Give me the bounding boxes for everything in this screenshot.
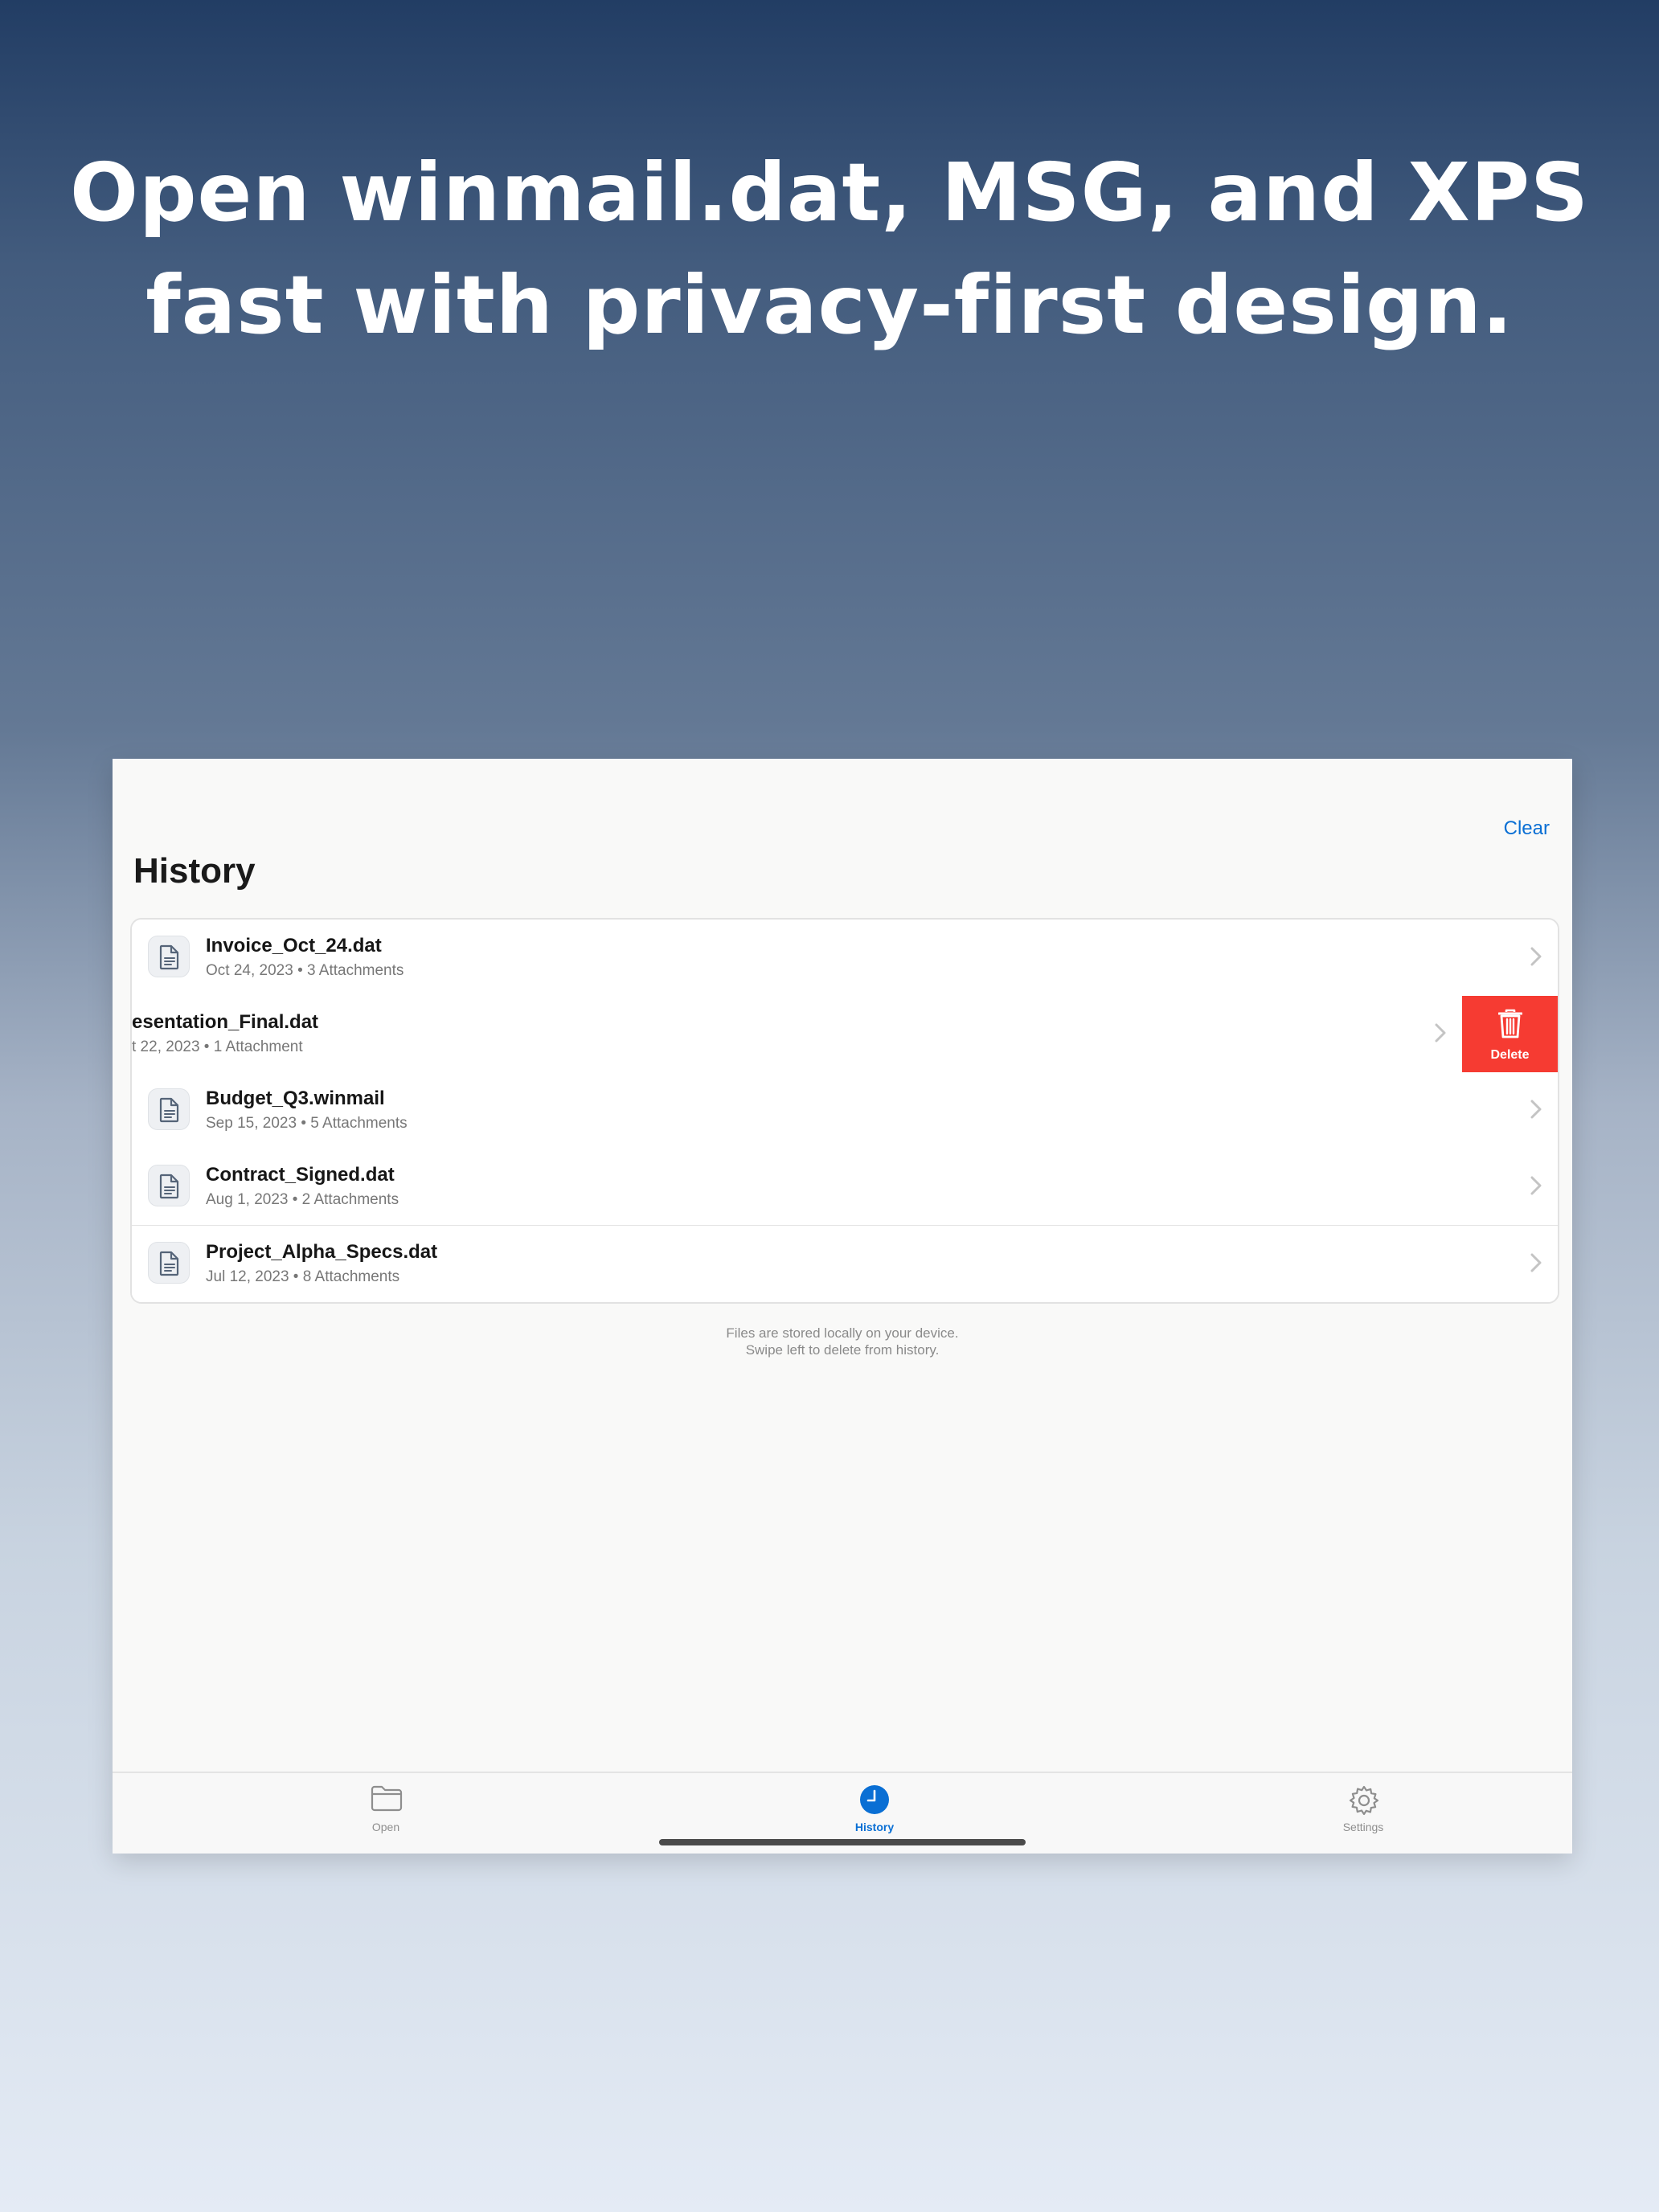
delete-button[interactable]: Delete	[1462, 996, 1558, 1072]
file-name: Invoice_Oct_24.dat	[206, 935, 382, 956]
trash-icon	[1498, 1009, 1522, 1038]
file-meta: Oct 24, 2023 • 3 Attachments	[206, 962, 404, 979]
file-name: Project_Alpha_Specs.dat	[206, 1241, 438, 1263]
file-meta: t 22, 2023 • 1 Attachment	[132, 1038, 303, 1055]
folder-icon	[371, 1785, 403, 1812]
clear-history-button[interactable]: Clear	[1504, 817, 1550, 841]
file-meta: Jul 12, 2023 • 8 Attachments	[206, 1268, 400, 1285]
history-row[interactable]: Invoice_Oct_24.dat Oct 24, 2023 • 3 Atta…	[132, 920, 1558, 997]
chevron-right-icon	[1530, 1176, 1542, 1195]
chevron-right-icon	[1435, 1023, 1446, 1043]
home-indicator	[659, 1839, 1026, 1845]
footer-note-line-1: Files are stored locally on your device.	[726, 1325, 959, 1341]
chevron-right-icon	[1530, 1100, 1542, 1119]
tab-history[interactable]: History	[794, 1784, 955, 1841]
chevron-right-icon	[1530, 1253, 1542, 1272]
clock-icon	[860, 1785, 889, 1814]
history-list: Invoice_Oct_24.dat Oct 24, 2023 • 3 Atta…	[130, 918, 1559, 1304]
file-name: Contract_Signed.dat	[206, 1164, 395, 1186]
file-name: Budget_Q3.winmail	[206, 1088, 385, 1109]
document-icon	[148, 1165, 190, 1206]
file-name: esentation_Final.dat	[132, 1011, 319, 1033]
swiped-row-content[interactable]: esentation_Final.dat t 22, 2023 • 1 Atta…	[132, 996, 1462, 1072]
delete-label: Delete	[1490, 1048, 1530, 1062]
headline-line-2: fast with privacy-first design.	[145, 258, 1514, 352]
footer-note-line-2: Swipe left to delete from history.	[745, 1342, 940, 1358]
app-screen: Clear History Invoice_Oct_24.dat Oct 24,…	[113, 759, 1572, 1854]
history-row-swiped[interactable]: esentation_Final.dat t 22, 2023 • 1 Atta…	[132, 996, 1558, 1074]
tab-settings[interactable]: Settings	[1283, 1784, 1444, 1841]
document-icon	[148, 936, 190, 977]
gear-icon	[1349, 1785, 1379, 1816]
history-row[interactable]: Budget_Q3.winmail Sep 15, 2023 • 5 Attac…	[132, 1072, 1558, 1150]
file-meta: Sep 15, 2023 • 5 Attachments	[206, 1115, 408, 1132]
tab-history-label: History	[854, 1821, 895, 1833]
file-meta: Aug 1, 2023 • 2 Attachments	[206, 1191, 399, 1208]
headline-line-1: Open winmail.dat, MSG, and XPS	[69, 145, 1590, 240]
page-title: History	[133, 851, 256, 891]
history-row[interactable]: Project_Alpha_Specs.dat Jul 12, 2023 • 8…	[132, 1226, 1558, 1302]
history-row[interactable]: Contract_Signed.dat Aug 1, 2023 • 2 Atta…	[132, 1149, 1558, 1227]
history-footer-note: Files are stored locally on your device.…	[113, 1325, 1572, 1358]
document-icon	[148, 1242, 190, 1284]
marketing-headline: Open winmail.dat, MSG, and XPS fast with…	[0, 137, 1659, 362]
tab-settings-label: Settings	[1342, 1821, 1384, 1833]
chevron-right-icon	[1530, 947, 1542, 966]
tab-open[interactable]: Open	[305, 1784, 466, 1841]
document-icon	[148, 1088, 190, 1130]
tab-open-label: Open	[371, 1821, 400, 1833]
